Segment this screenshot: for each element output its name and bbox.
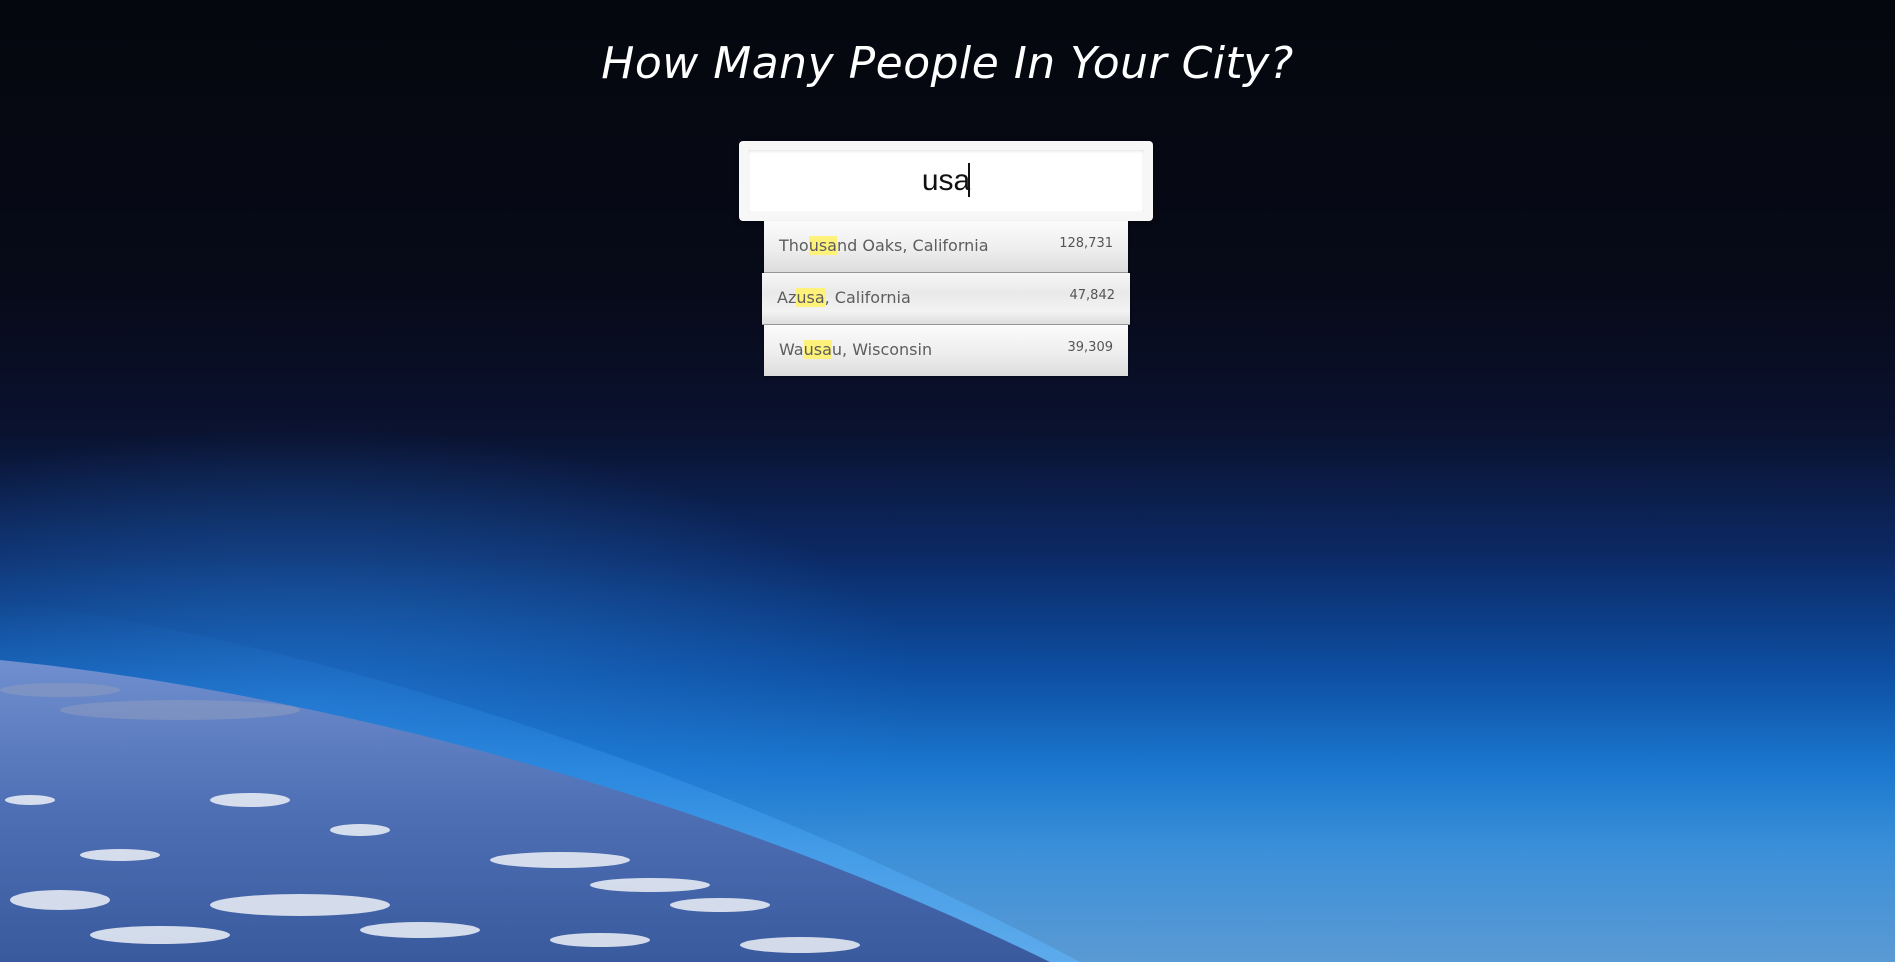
match-highlight: usa — [803, 340, 832, 359]
city-suffix: u, Wisconsin — [831, 340, 933, 359]
suggestion-city: Wausau, Wisconsin — [779, 340, 932, 359]
suggestion-city: Thousand Oaks, California — [779, 236, 989, 255]
city-prefix: Tho — [779, 236, 809, 255]
population-count: 128,731 — [1059, 236, 1113, 251]
match-highlight: usa — [796, 288, 825, 307]
city-suffix: , California — [824, 288, 911, 307]
suggestion-item[interactable]: Wausau, Wisconsin 39,309 — [764, 325, 1128, 376]
city-prefix: Az — [777, 288, 797, 307]
search-box — [739, 141, 1153, 221]
suggestion-item[interactable]: Thousand Oaks, California 128,731 — [764, 221, 1128, 273]
search-field-frame — [748, 150, 1144, 212]
population-count: 47,842 — [1069, 288, 1116, 303]
suggestion-city: Azusa, California — [777, 288, 911, 307]
city-prefix: Wa — [779, 340, 804, 359]
population-count: 39,309 — [1067, 340, 1114, 355]
suggestion-item[interactable]: Azusa, California 47,842 — [762, 273, 1130, 325]
city-search-input[interactable] — [748, 150, 1144, 212]
city-suffix: nd Oaks, California — [836, 236, 989, 255]
match-highlight: usa — [808, 236, 837, 255]
suggestion-list: Thousand Oaks, California 128,731 Azusa,… — [762, 221, 1130, 376]
text-caret — [968, 163, 970, 197]
page-title: How Many People In Your City? — [601, 38, 1294, 89]
